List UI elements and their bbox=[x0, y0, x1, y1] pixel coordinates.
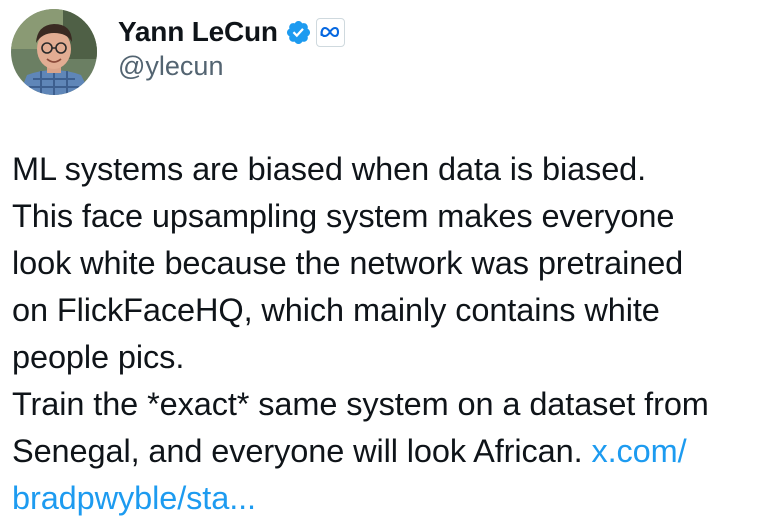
profile-photo-icon bbox=[11, 9, 97, 95]
author-display-name[interactable]: Yann LeCun bbox=[118, 16, 278, 48]
tweet-text-line: ML systems are biased when data is biase… bbox=[12, 151, 647, 187]
author-handle[interactable]: @ylecun bbox=[118, 51, 223, 82]
tweet-text: ML systems are biased when data is biase… bbox=[12, 146, 757, 522]
tweet-link-continued[interactable]: bradpwyble/sta... bbox=[12, 480, 256, 516]
tweet-text-line: people pics. bbox=[12, 339, 185, 375]
tweet-text-line: look white because the network was pretr… bbox=[12, 245, 684, 281]
avatar[interactable] bbox=[11, 9, 97, 95]
meta-logo-icon[interactable] bbox=[315, 17, 345, 47]
tweet-text-line: on FlickFaceHQ, which mainly contains wh… bbox=[12, 292, 660, 328]
author-name-row: Yann LeCun bbox=[118, 14, 345, 50]
tweet-link[interactable]: x.com/ bbox=[591, 433, 686, 469]
verified-badge-icon[interactable] bbox=[285, 19, 312, 46]
tweet-text-line: This face upsampling system makes everyo… bbox=[12, 198, 675, 234]
tweet-text-line: Train the *exact* same system on a datas… bbox=[12, 386, 709, 422]
tweet-text-line: bradpwyble/sta... bbox=[12, 475, 757, 522]
tweet-text-fragment: Senegal, and everyone will look African. bbox=[12, 433, 592, 469]
tweet: Yann LeCun @ylecun ML systems are biased… bbox=[0, 0, 767, 522]
tweet-text-line: Senegal, and everyone will look African.… bbox=[12, 428, 757, 475]
